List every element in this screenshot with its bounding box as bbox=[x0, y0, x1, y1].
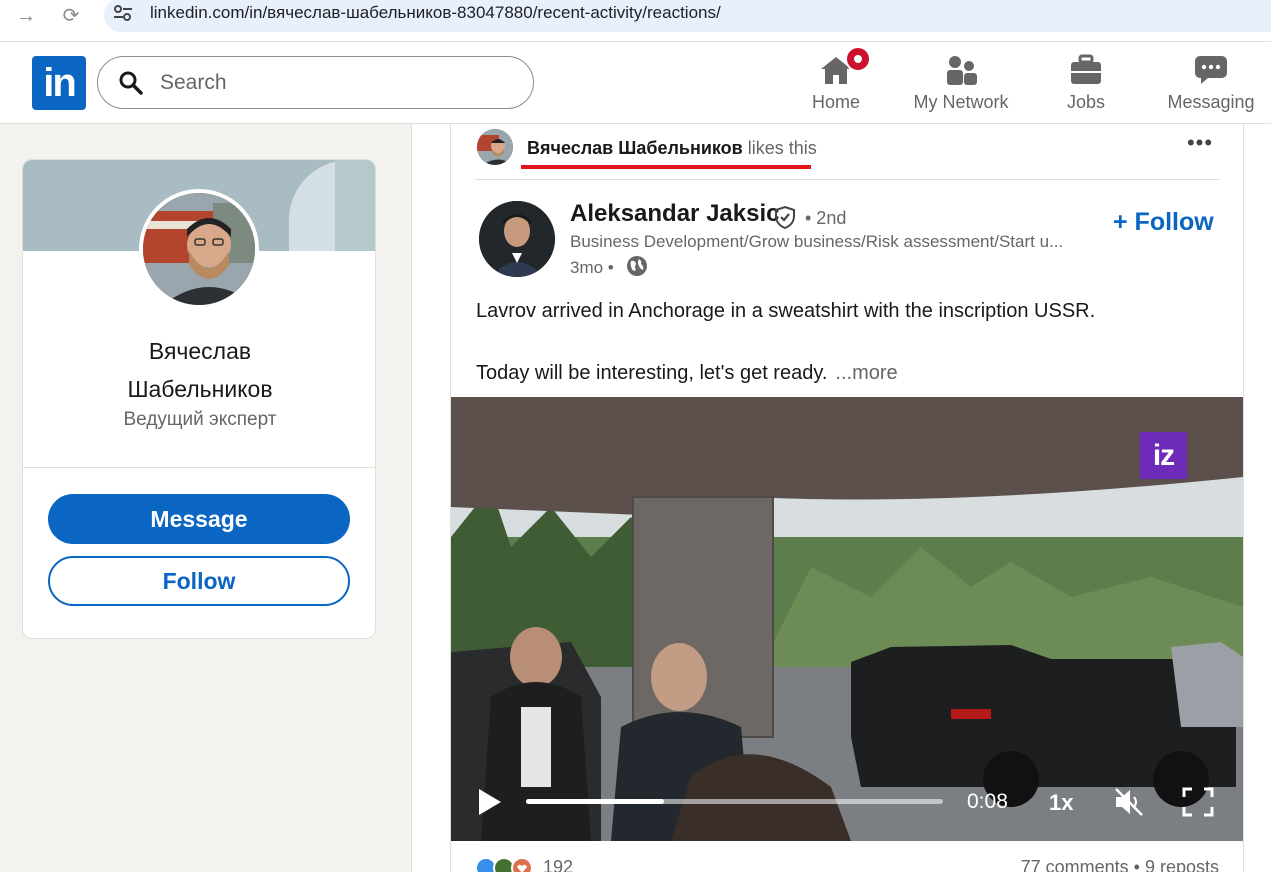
forward-icon[interactable]: → bbox=[12, 4, 40, 28]
nav-my-network-label: My Network bbox=[913, 92, 1009, 112]
see-more-link[interactable]: ...more bbox=[835, 362, 897, 384]
nav-jobs[interactable]: Jobs bbox=[1055, 48, 1117, 120]
browser-toolbar: → ⟳ linkedin.com/in/вячеслав-шабельников… bbox=[0, 0, 1271, 42]
activity-header: Вячеслав Шабельников likes this bbox=[527, 138, 817, 159]
feed-column: Вячеслав Шабельников likes this ••• Alek… bbox=[411, 124, 1271, 872]
liker-avatar[interactable] bbox=[477, 129, 513, 165]
profile-name[interactable]: Вячеслав Шабельников bbox=[23, 332, 375, 408]
reaction-count[interactable]: 192 bbox=[543, 857, 573, 872]
author-headline: Business Development/Grow business/Risk … bbox=[570, 232, 1064, 251]
post-text-last: Today will be interesting, let's get rea… bbox=[476, 362, 828, 384]
author-name[interactable]: Aleksandar Jaksic bbox=[570, 200, 779, 228]
divider bbox=[23, 467, 375, 468]
search-box[interactable] bbox=[97, 56, 534, 109]
notification-badge bbox=[845, 46, 871, 72]
follow-author-label: Follow bbox=[1134, 208, 1214, 236]
divider bbox=[475, 179, 1219, 180]
briefcase-icon bbox=[1069, 54, 1103, 86]
profile-card: Вячеслав Шабельников Ведущий эксперт Mes… bbox=[22, 159, 376, 639]
author-avatar[interactable] bbox=[479, 201, 555, 277]
chat-bubble-icon bbox=[1194, 54, 1228, 86]
play-icon[interactable] bbox=[475, 787, 505, 817]
nav-home[interactable]: Home bbox=[801, 46, 871, 120]
video-progress-bar[interactable] bbox=[526, 799, 943, 804]
liker-name[interactable]: Вячеслав Шабельников bbox=[527, 138, 743, 158]
profile-headline: Ведущий эксперт bbox=[123, 409, 277, 430]
nav-my-network[interactable]: My Network bbox=[906, 48, 1016, 120]
post-timestamp: 3mo • bbox=[570, 258, 614, 277]
liker-action-text: likes this bbox=[742, 138, 817, 158]
avatar[interactable] bbox=[139, 189, 259, 309]
follow-author-button[interactable]: + Follow bbox=[1113, 208, 1214, 237]
reaction-icons[interactable] bbox=[475, 856, 539, 872]
fullscreen-icon[interactable] bbox=[1182, 787, 1214, 817]
message-button[interactable]: Message bbox=[48, 494, 350, 544]
site-settings-icon[interactable] bbox=[112, 3, 134, 23]
comments-reposts-count[interactable]: 77 comments • 9 reposts bbox=[1021, 857, 1219, 872]
verified-shield-icon bbox=[775, 205, 795, 229]
playback-speed-button[interactable]: 1x bbox=[1049, 790, 1073, 816]
home-icon bbox=[819, 46, 871, 86]
globe-icon bbox=[627, 256, 647, 276]
more-options-icon[interactable]: ••• bbox=[1183, 132, 1217, 162]
post-body: Lavrov arrived in Anchorage in a sweatsh… bbox=[476, 296, 1216, 389]
video-time: 0:08 bbox=[967, 790, 1008, 813]
follow-button[interactable]: Follow bbox=[48, 556, 350, 606]
video-frame bbox=[451, 397, 1243, 841]
highlight-underline bbox=[521, 165, 811, 169]
search-icon bbox=[119, 71, 143, 95]
people-icon bbox=[944, 54, 978, 86]
nav-messaging-label: Messaging bbox=[1167, 92, 1255, 112]
nav-messaging[interactable]: Messaging bbox=[1160, 48, 1262, 120]
search-input[interactable] bbox=[160, 69, 520, 97]
linkedin-logo-icon[interactable]: in bbox=[32, 56, 86, 110]
muted-speaker-icon[interactable] bbox=[1112, 785, 1146, 819]
reload-icon[interactable]: ⟳ bbox=[57, 4, 85, 28]
video-progress-fill bbox=[526, 799, 664, 804]
url-text[interactable]: linkedin.com/in/вячеслав-шабельников-830… bbox=[150, 3, 721, 23]
post-text-line: Today will be interesting, let's get rea… bbox=[476, 358, 1216, 389]
post-text-line: Lavrov arrived in Anchorage in a sweatsh… bbox=[476, 300, 1096, 322]
plus-icon: + bbox=[1113, 208, 1135, 236]
nav-jobs-label: Jobs bbox=[1066, 92, 1106, 112]
channel-logo: iz bbox=[1140, 432, 1187, 479]
nav-home-label: Home bbox=[811, 92, 860, 112]
linkedin-header: in Home My Network bbox=[0, 42, 1271, 124]
video-player[interactable]: iz 0:08 1x bbox=[451, 397, 1243, 841]
social-counts: 192 77 comments • 9 reposts bbox=[475, 854, 1219, 872]
connection-degree: • 2nd bbox=[805, 208, 847, 228]
post-card: Вячеслав Шабельников likes this ••• Alek… bbox=[450, 124, 1244, 872]
